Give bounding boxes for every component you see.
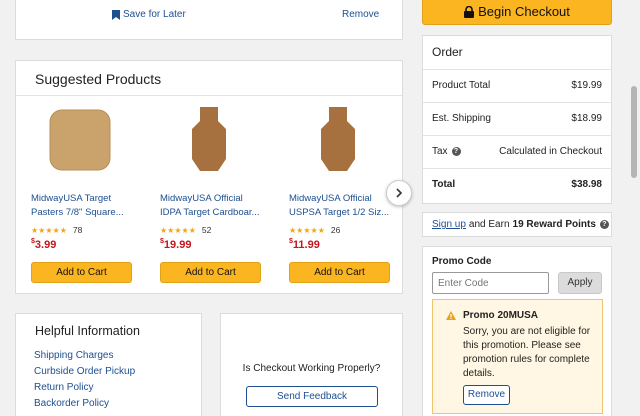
product-rating: ★★★★★ 52 (160, 225, 211, 235)
order-row-total: Total $38.98 (432, 179, 602, 190)
order-summary-card: Order Product Total $19.99 Est. Shipping… (422, 35, 612, 204)
star-rating-icon: ★★★★★ (160, 225, 196, 235)
helpful-information-card: Helpful Information Shipping Charges Cur… (15, 313, 202, 416)
shipping-charges-link[interactable]: Shipping Charges (34, 350, 114, 361)
order-row-shipping: Est. Shipping $18.99 (432, 113, 602, 124)
helpful-information-title: Helpful Information (35, 324, 140, 338)
cart-item-card: Save for Later Remove (15, 0, 403, 40)
rewards-text: Sign up and Earn 19 Reward Points ? (432, 219, 609, 230)
product-price: $19.99 (160, 238, 192, 251)
order-row-tax: Tax ? Calculated in Checkout (432, 146, 602, 157)
remove-promo-button[interactable]: Remove (463, 385, 510, 405)
review-count: 78 (72, 225, 83, 235)
product-rating: ★★★★★ 26 (289, 225, 340, 235)
send-feedback-button[interactable]: Send Feedback (246, 386, 378, 407)
suggested-divider (16, 95, 402, 96)
product-price: $3.99 (31, 238, 57, 251)
product-title-link[interactable]: MidwayUSA Official USPSA Target 1/2 Siz.… (289, 192, 399, 220)
order-divider (423, 69, 611, 70)
remove-item-link[interactable]: Remove (342, 9, 379, 20)
order-divider (423, 168, 611, 169)
lock-icon (464, 5, 475, 18)
begin-checkout-label: Begin Checkout (478, 4, 570, 19)
product-rating: ★★★★★ 78 (31, 225, 82, 235)
save-for-later-link[interactable]: Save for Later (112, 9, 186, 20)
add-to-cart-button[interactable]: Add to Cart (31, 262, 132, 283)
star-rating-icon: ★★★★★ (289, 225, 325, 235)
order-title: Order (432, 45, 463, 59)
chevron-right-icon (396, 188, 403, 198)
page-scrollbar[interactable] (628, 0, 640, 416)
star-rating-icon: ★★★★★ (31, 225, 67, 235)
product-title-link[interactable]: MidwayUSA Target Pasters 7/8" Square... (31, 192, 141, 220)
help-icon[interactable]: ? (599, 220, 609, 229)
feedback-question: Is Checkout Working Properly? (242, 363, 381, 374)
backorder-policy-link[interactable]: Backorder Policy (34, 398, 109, 409)
review-count: 26 (330, 225, 341, 235)
sign-up-link[interactable]: Sign up (432, 219, 466, 230)
scrollbar-thumb[interactable] (631, 86, 637, 178)
promo-alert: Promo 20MUSA Sorry, you are not eligible… (432, 299, 603, 414)
apply-promo-button[interactable]: Apply (558, 272, 602, 294)
promo-alert-message: Sorry, you are not eligible for this pro… (463, 326, 591, 379)
begin-checkout-button[interactable]: Begin Checkout (422, 0, 612, 25)
suggested-products-title: Suggested Products (35, 71, 162, 87)
add-to-cart-button[interactable]: Add to Cart (289, 262, 390, 283)
return-policy-link[interactable]: Return Policy (34, 382, 93, 393)
order-divider (423, 135, 611, 136)
review-count: 52 (201, 225, 212, 235)
curbside-pickup-link[interactable]: Curbside Order Pickup (34, 366, 135, 377)
bookmark-icon (112, 9, 120, 20)
save-for-later-label: Save for Later (123, 9, 186, 20)
warning-icon (446, 311, 456, 320)
add-to-cart-button[interactable]: Add to Cart (160, 262, 261, 283)
order-row-product-total: Product Total $19.99 (432, 80, 602, 91)
promo-alert-title: Promo 20MUSA (463, 310, 539, 321)
product-title-link[interactable]: MidwayUSA Official IDPA Target Cardboar.… (160, 192, 270, 220)
product-price: $11.99 (289, 238, 320, 251)
product-image-uspsa-target[interactable] (307, 107, 369, 171)
order-divider (423, 102, 611, 103)
feedback-card: Is Checkout Working Properly? Send Feedb… (220, 313, 403, 416)
promo-code-input[interactable] (432, 272, 549, 294)
carousel-next-button[interactable] (386, 180, 412, 206)
product-image-target-pasters[interactable] (49, 109, 111, 171)
rewards-card: Sign up and Earn 19 Reward Points ? (422, 212, 612, 237)
promo-code-card: Promo Code Apply Promo 20MUSA Sorry, you… (422, 246, 612, 416)
suggested-products-card: Suggested Products MidwayUSA Target Past… (15, 60, 412, 294)
product-image-idpa-target[interactable] (178, 107, 240, 171)
promo-code-title: Promo Code (432, 256, 492, 267)
help-icon[interactable]: ? (451, 147, 461, 156)
